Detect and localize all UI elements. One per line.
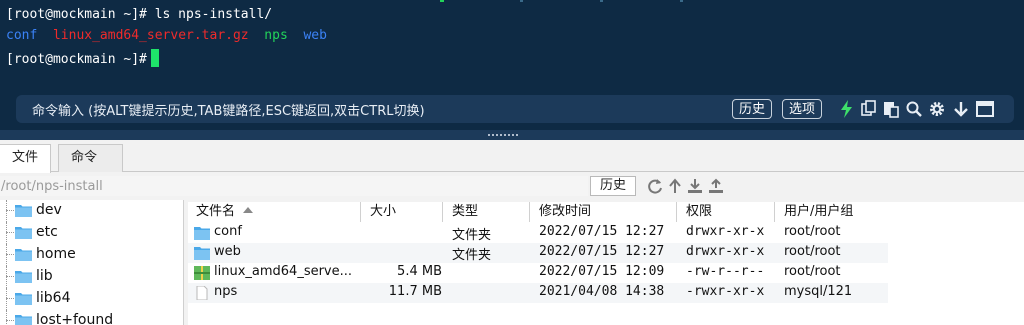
folder-icon <box>15 227 32 239</box>
refresh-icon[interactable] <box>646 177 664 195</box>
splitter-grip-icon[interactable] <box>488 134 518 136</box>
tab-files[interactable]: 文件 <box>0 144 52 173</box>
panel-tabs: 文件 命令 <box>0 140 1024 173</box>
table-row[interactable]: web 文件夹 2022/07/15 12:27 drwxr-xr-x root… <box>188 243 888 263</box>
file-type: 文件夹 <box>452 248 492 263</box>
column-header-owner[interactable]: 用户/用户组 <box>784 202 853 222</box>
tree-item-dev[interactable]: dev <box>0 200 183 222</box>
file-permission: -rw-r--r-- <box>686 264 765 279</box>
terminal-line-command: [root@mockmain ~]# ls nps-install/ <box>6 7 273 22</box>
ls-entry-conf: conf <box>6 28 38 43</box>
tree-item-home[interactable]: home <box>0 244 183 266</box>
ls-entry-archive: linux_amd64_server.tar.gz <box>52 28 249 43</box>
file-permission: drwxr-xr-x <box>686 244 765 259</box>
paste-icon[interactable] <box>882 99 900 119</box>
path-history-button[interactable]: 历史 <box>590 176 636 196</box>
command-input-hint[interactable]: 命令输入 (按ALT键提示历史,TAB键路径,ESC键返回,双击CTRL切换) <box>32 100 425 119</box>
file-type: 文件夹 <box>452 228 492 243</box>
copy-icon[interactable] <box>860 99 878 119</box>
lightning-icon[interactable] <box>838 99 856 119</box>
path-bar: 历史 <box>0 176 1024 198</box>
terminal-prompt: [root@mockmain ~]# <box>6 52 147 67</box>
folder-icon <box>194 227 210 240</box>
tree-item-etc[interactable]: etc <box>0 222 183 244</box>
folder-icon <box>15 293 32 305</box>
table-row[interactable]: linux_amd64_serve... 5.4 MB 2022/07/15 1… <box>188 263 888 283</box>
file-name: nps <box>214 284 238 299</box>
file-mtime: 2021/04/08 14:38 <box>539 284 665 299</box>
file-owner: root/root <box>784 244 841 259</box>
table-row[interactable]: conf 文件夹 2022/07/15 12:27 drwxr-xr-x roo… <box>188 223 888 243</box>
terminal-line-ls-output: conf linux_amd64_server.tar.gz nps web <box>6 28 327 43</box>
path-input[interactable] <box>0 176 588 196</box>
directory-tree[interactable]: dev etc home lib lib64 lost+found <box>0 200 184 325</box>
file-name: linux_amd64_serve... <box>214 264 353 279</box>
window-icon[interactable] <box>976 99 994 119</box>
file-size: 5.4 MB <box>397 264 442 279</box>
archive-icon <box>194 266 210 280</box>
ls-entry-nps: nps <box>264 28 288 43</box>
terminal[interactable]: [root@mockmain ~]# ls nps-install/ conf … <box>0 0 1024 130</box>
terminal-line-prompt: [root@mockmain ~]# <box>6 49 159 67</box>
folder-icon <box>15 205 32 217</box>
folder-icon <box>194 247 210 260</box>
column-header-mtime[interactable]: 修改时间 <box>539 202 591 222</box>
file-owner: mysql/121 <box>784 284 853 299</box>
column-header-name[interactable]: 文件名 <box>196 202 254 222</box>
file-permission: -rwxr-xr-x <box>686 284 765 299</box>
file-owner: root/root <box>784 224 841 239</box>
table-row[interactable]: nps 11.7 MB 2021/04/08 14:38 -rwxr-xr-x … <box>188 283 888 303</box>
file-name: conf <box>214 224 242 239</box>
terminal-scroll-sliver <box>380 0 780 3</box>
gear-icon[interactable] <box>928 99 946 119</box>
folder-icon <box>15 249 32 261</box>
column-header-permission[interactable]: 权限 <box>686 202 712 222</box>
tree-item-lib[interactable]: lib <box>0 266 183 288</box>
tree-item-lib64[interactable]: lib64 <box>0 288 183 310</box>
file-mtime: 2022/07/15 12:27 <box>539 224 665 239</box>
download-icon[interactable] <box>952 99 970 119</box>
ls-entry-web: web <box>303 28 327 43</box>
panel-splitter[interactable] <box>0 130 1024 140</box>
up-directory-icon[interactable] <box>666 177 684 195</box>
tree-item-lost-found[interactable]: lost+found <box>0 310 183 325</box>
file-mtime: 2022/07/15 12:09 <box>539 264 665 279</box>
file-owner: root/root <box>784 264 841 279</box>
command-history-button[interactable]: 历史 <box>732 99 773 119</box>
file-list[interactable]: 文件名 大小 类型 修改时间 权限 用户/用户组 conf 文件夹 2022/0… <box>188 202 1024 325</box>
file-mtime: 2022/07/15 12:27 <box>539 244 665 259</box>
column-header-size[interactable]: 大小 <box>370 202 396 222</box>
terminal-cursor <box>150 49 159 67</box>
search-icon[interactable] <box>905 99 923 119</box>
file-size: 11.7 MB <box>388 284 442 299</box>
file-permission: drwxr-xr-x <box>686 224 765 239</box>
folder-icon <box>15 315 32 325</box>
column-header-type[interactable]: 类型 <box>452 202 478 222</box>
file-list-header: 文件名 大小 类型 修改时间 权限 用户/用户组 <box>188 202 1024 222</box>
file-panel: 文件 命令 历史 dev etc home lib lib64 lost+fou… <box>0 140 1024 325</box>
file-name: web <box>214 244 241 259</box>
sort-ascending-icon <box>243 207 254 213</box>
download-file-icon[interactable] <box>686 177 704 195</box>
command-options-button[interactable]: 选项 <box>782 99 823 119</box>
file-icon <box>196 286 208 300</box>
folder-icon <box>15 271 32 283</box>
upload-file-icon[interactable] <box>707 177 725 195</box>
tab-commands[interactable]: 命令 <box>58 144 123 172</box>
command-input-bar[interactable]: 命令输入 (按ALT键提示历史,TAB键路径,ESC键返回,双击CTRL切换) … <box>16 95 1014 123</box>
